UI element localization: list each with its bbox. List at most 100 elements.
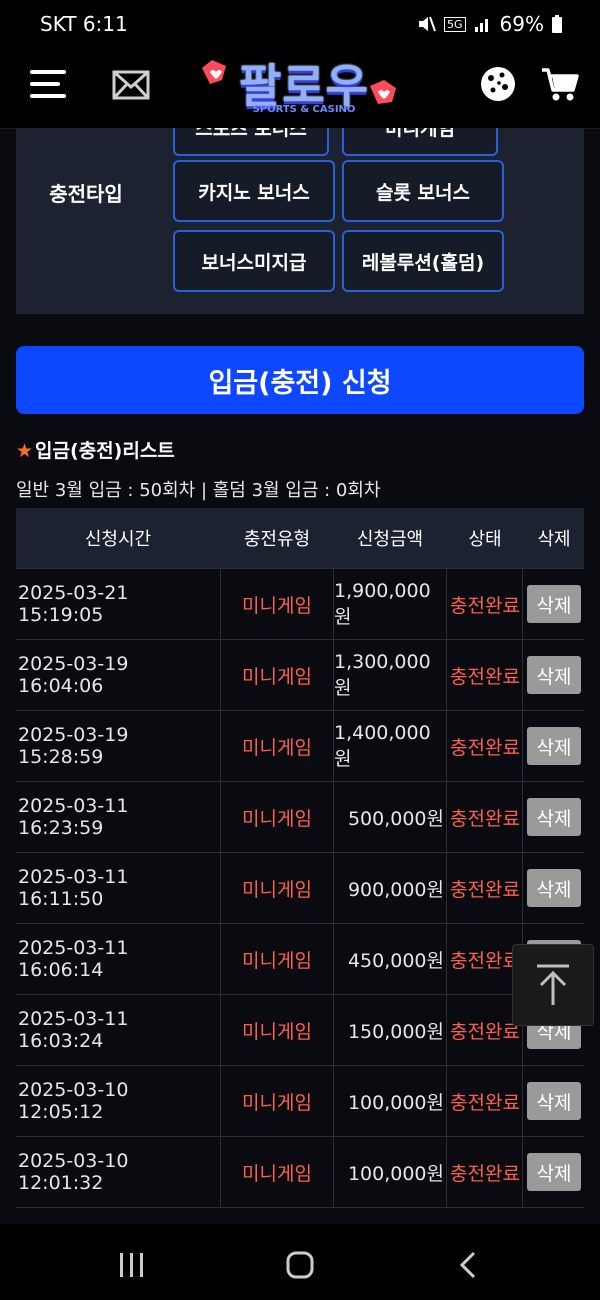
column-header: 신청금액: [356, 529, 424, 550]
type-revolution-holdem-button[interactable]: 레볼루션(홀덤): [342, 230, 504, 292]
table-row: 2025-03-19 15:28:59 미니게임 1,400,000원 충전완료 삭제: [16, 710, 584, 781]
charge-status: 충전완료: [450, 1162, 520, 1185]
delete-button[interactable]: 삭제: [527, 798, 581, 836]
scroll-top-button[interactable]: [512, 944, 594, 1026]
charge-type-label: 충전타입: [49, 182, 123, 206]
delete-button[interactable]: 삭제: [527, 656, 581, 694]
request-amount: 1,900,000원: [334, 579, 431, 628]
type-sports-bonus-button[interactable]: 스포츠 보너스: [173, 128, 329, 156]
cart-icon[interactable]: [540, 64, 580, 104]
request-amount: 1,400,000원: [334, 721, 431, 770]
delete-button[interactable]: 삭제: [527, 869, 581, 907]
cookie-icon[interactable]: [478, 64, 518, 104]
column-header: 삭제: [537, 529, 571, 550]
charge-type: 미니게임: [242, 949, 312, 972]
deposit-summary: 일반 3월 입금 : 50회차 | 홀덤 3월 입금 : 0회차: [16, 480, 381, 501]
column-header: 신청시간: [84, 529, 152, 550]
charge-type: 미니게임: [242, 878, 312, 901]
request-amount: 450,000원: [347, 949, 444, 972]
logo-subtitle: SPORTS & CASINO: [252, 104, 356, 115]
table-row: 2025-03-11 16:23:59 미니게임 500,000원 충전완료 삭제: [16, 781, 584, 852]
request-amount: 150,000원: [347, 1020, 444, 1043]
charge-type: 미니게임: [242, 807, 312, 830]
table-row: 2025-03-19 16:04:06 미니게임 1,300,000원 충전완료 삭제: [16, 639, 584, 710]
back-icon[interactable]: [456, 1250, 480, 1280]
delete-cell: 삭제: [524, 711, 584, 781]
battery-level: 69%: [499, 12, 544, 36]
table-body: 2025-03-21 15:19:05 미니게임 1,900,000원 충전완료 삭제 2…: [16, 568, 584, 1208]
request-time: 2025-03-10 12:01:32: [18, 1150, 129, 1194]
system-navigation-bar: [0, 1224, 600, 1300]
column-header: 상태: [468, 529, 502, 550]
carrier-time: SKT 6:11: [40, 12, 128, 36]
request-time: 2025-03-21 15:19:05: [18, 582, 129, 626]
delete-cell: 삭제: [524, 569, 584, 639]
star-icon: ★: [16, 440, 34, 462]
charge-type-panel: 충전타입 스포츠 보너스 미니게임 카지노 보너스 슬롯 보너스 보너스미지급 …: [16, 128, 584, 314]
charge-status: 충전완료: [450, 665, 520, 688]
table-row: 2025-03-10 12:05:12 미니게임 100,000원 충전완료 삭제: [16, 1065, 584, 1136]
request-time: 2025-03-11 16:03:24: [18, 1008, 129, 1052]
delete-cell: 삭제: [524, 1066, 584, 1136]
menu-icon[interactable]: [30, 70, 66, 100]
network-icon: 5G: [444, 16, 466, 32]
type-slot-bonus-button[interactable]: 슬롯 보너스: [342, 160, 504, 222]
table-row: 2025-03-11 16:11:50 미니게임 900,000원 충전완료 삭제: [16, 852, 584, 923]
charge-type: 미니게임: [242, 1020, 312, 1043]
charge-type: 미니게임: [242, 1091, 312, 1114]
app-header: 팔로우 SPORTS & CASINO: [0, 44, 600, 129]
delete-button[interactable]: 삭제: [527, 1153, 581, 1191]
recent-apps-icon[interactable]: [118, 1252, 146, 1278]
charge-type: 미니게임: [242, 1162, 312, 1185]
deposit-table: 신청시간 충전유형 신청금액 상태 삭제 2025-03-21 15:19:05…: [16, 508, 584, 1208]
home-icon[interactable]: [285, 1250, 315, 1280]
battery-icon: [552, 15, 562, 33]
request-amount: 900,000원: [347, 878, 444, 901]
table-row: 2025-03-11 16:06:14미니게임450,000원충전완료삭제: [16, 923, 584, 994]
delete-cell: 삭제: [524, 1137, 584, 1207]
status-icons: 5G 69%: [416, 12, 562, 36]
request-time: 2025-03-19 15:28:59: [18, 724, 129, 768]
delete-cell: 삭제: [524, 782, 584, 852]
request-time: 2025-03-10 12:05:12: [18, 1079, 129, 1123]
delete-cell: 삭제: [524, 853, 584, 923]
column-header: 충전유형: [243, 529, 311, 550]
delete-cell: 삭제: [524, 640, 584, 710]
table-row: 2025-03-21 15:19:05 미니게임 1,900,000원 충전완료 삭제: [16, 568, 584, 639]
arrow-up-icon: [537, 964, 569, 1005]
charge-type: 미니게임: [242, 594, 312, 617]
request-amount: 1,300,000원: [334, 650, 431, 699]
request-time: 2025-03-11 16:23:59: [18, 795, 129, 839]
charge-type: 미니게임: [242, 736, 312, 759]
request-time: 2025-03-19 16:04:06: [18, 653, 129, 697]
delete-button[interactable]: 삭제: [527, 1082, 581, 1120]
delete-button[interactable]: 삭제: [527, 585, 581, 623]
table-row-edge: [16, 1207, 584, 1208]
deposit-apply-button[interactable]: 입금(충전) 신청: [16, 346, 584, 414]
charge-status: 충전완료: [450, 736, 520, 759]
mute-icon: [419, 16, 436, 32]
delete-button[interactable]: 삭제: [527, 727, 581, 765]
charge-type: 미니게임: [242, 665, 312, 688]
charge-status: 충전완료: [450, 594, 520, 617]
charge-status: 충전완료: [450, 807, 520, 830]
table-row: 2025-03-11 16:03:24 미니게임 150,000원 충전완료 삭제: [16, 994, 584, 1065]
mail-icon[interactable]: [112, 68, 150, 102]
request-time: 2025-03-11 16:06:14: [18, 937, 129, 981]
request-amount: 100,000원: [347, 1091, 444, 1114]
table-row: 2025-03-10 12:01:32 미니게임 100,000원 충전완료 삭제: [16, 1136, 584, 1207]
site-logo[interactable]: 팔로우 SPORTS & CASINO: [198, 46, 404, 122]
deposit-list-title-text: 입금(충전)리스트: [35, 440, 175, 462]
request-amount: 100,000원: [347, 1162, 444, 1185]
type-minigame-button[interactable]: 미니게임: [342, 128, 498, 156]
charge-status: 충전완료: [450, 1091, 520, 1114]
deposit-list-title: ★ 입금(충전)리스트: [16, 436, 175, 463]
type-no-bonus-button[interactable]: 보너스미지급: [173, 230, 335, 292]
request-amount: 500,000원: [347, 807, 444, 830]
table-header: 신청시간 충전유형 신청금액 상태 삭제: [16, 508, 584, 568]
status-bar: SKT 6:11 5G 69%: [0, 0, 600, 44]
type-casino-bonus-button[interactable]: 카지노 보너스: [173, 160, 335, 222]
charge-status: 충전완료: [450, 878, 520, 901]
signal-icon: [474, 19, 488, 32]
request-time: 2025-03-11 16:11:50: [18, 866, 129, 910]
